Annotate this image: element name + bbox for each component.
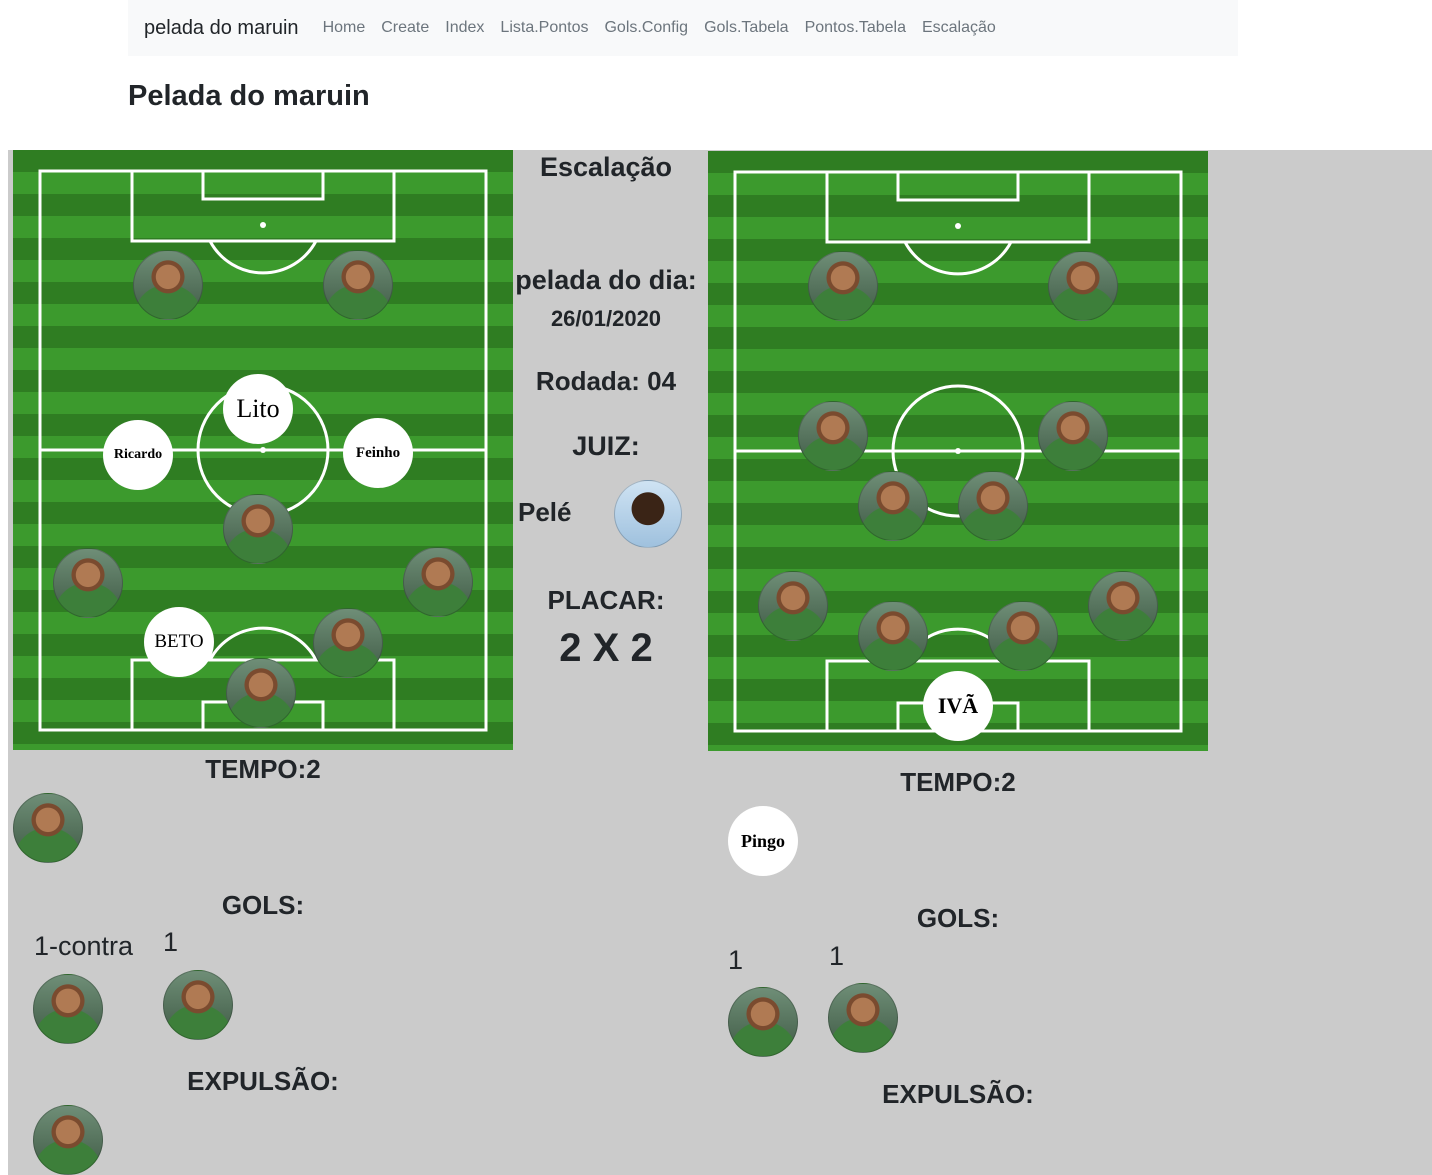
goalkeeper-photo[interactable]: [226, 658, 296, 728]
nav-link-escalacao[interactable]: Escalação: [922, 19, 996, 37]
left-bench-photo[interactable]: [13, 793, 83, 863]
nav-link-gols-config[interactable]: Gols.Config: [604, 19, 688, 37]
lineup-heading: Escalação: [539, 152, 673, 182]
right-tempo: TEMPO:2: [900, 767, 1016, 797]
left-scorer-photo[interactable]: [163, 970, 233, 1040]
referee-name: Pelé: [518, 497, 572, 527]
match-date: 26/01/2020: [550, 306, 662, 331]
right-expulsion-label: EXPULSÃO:: [882, 1079, 1034, 1109]
right-field: IVÃ: [708, 151, 1208, 751]
player-photo[interactable]: [858, 601, 928, 671]
player-photo[interactable]: [53, 548, 123, 618]
score-label: PLACAR:: [547, 585, 665, 615]
referee-photo[interactable]: [614, 480, 682, 548]
right-goal-count: 1: [829, 941, 845, 971]
player-photo[interactable]: [1048, 251, 1118, 321]
right-scorer-photo[interactable]: [828, 983, 898, 1053]
right-goal-count: 1: [728, 945, 744, 975]
player-photo[interactable]: [323, 250, 393, 320]
left-expelled-photo[interactable]: [33, 1105, 103, 1175]
player-photo[interactable]: [1088, 571, 1158, 641]
player-photo[interactable]: [798, 401, 868, 471]
left-field: Lito Ricardo Feinho BETO: [13, 150, 513, 750]
page-title: Pelada do maruin: [128, 80, 370, 112]
player-name-feinho[interactable]: Feinho: [343, 418, 413, 488]
referee-label: JUIZ:: [572, 431, 640, 461]
nav-link-pontos-tabela[interactable]: Pontos.Tabela: [805, 19, 906, 37]
nav-link-home[interactable]: Home: [323, 19, 366, 37]
left-scorer-photo[interactable]: [33, 974, 103, 1044]
player-photo[interactable]: [858, 471, 928, 541]
left-expulsion-label: EXPULSÃO:: [187, 1066, 339, 1096]
player-photo[interactable]: [1038, 401, 1108, 471]
player-name-lito[interactable]: Lito: [223, 374, 293, 444]
brand-link[interactable]: pelada do maruin: [144, 17, 299, 40]
nav-link-create[interactable]: Create: [381, 19, 429, 37]
left-goal-count-own: 1-contra: [34, 931, 134, 961]
field-lines: [733, 170, 1183, 733]
round-number: Rodada: 04: [535, 366, 677, 396]
right-scorer-photo[interactable]: [728, 987, 798, 1057]
right-goals-label: GOLS:: [916, 903, 1000, 933]
player-photo[interactable]: [223, 494, 293, 564]
nav-link-index[interactable]: Index: [445, 19, 484, 37]
player-photo[interactable]: [403, 547, 473, 617]
player-name-iva[interactable]: IVÃ: [923, 671, 993, 741]
nav-link-lista-pontos[interactable]: Lista.Pontos: [500, 19, 588, 37]
player-name-ricardo[interactable]: Ricardo: [103, 420, 173, 490]
right-bench-name[interactable]: Pingo: [728, 806, 798, 876]
left-goal-count: 1: [163, 927, 179, 957]
player-photo[interactable]: [133, 250, 203, 320]
left-tempo: TEMPO:2: [205, 754, 321, 784]
player-photo[interactable]: [758, 571, 828, 641]
player-photo[interactable]: [313, 608, 383, 678]
player-name-beto[interactable]: BETO: [144, 607, 214, 677]
left-goals-label: GOLS:: [221, 890, 305, 920]
date-label: pelada do dia:: [515, 265, 697, 295]
player-photo[interactable]: [988, 601, 1058, 671]
score: 2 X 2: [559, 626, 653, 670]
player-photo[interactable]: [808, 251, 878, 321]
navbar: pelada do maruin Home Create Index Lista…: [128, 0, 1238, 56]
player-photo[interactable]: [958, 471, 1028, 541]
lineup-panel: Lito Ricardo Feinho BETO Escalação pelad…: [8, 150, 1432, 1175]
nav-link-gols-tabela[interactable]: Gols.Tabela: [704, 19, 789, 37]
